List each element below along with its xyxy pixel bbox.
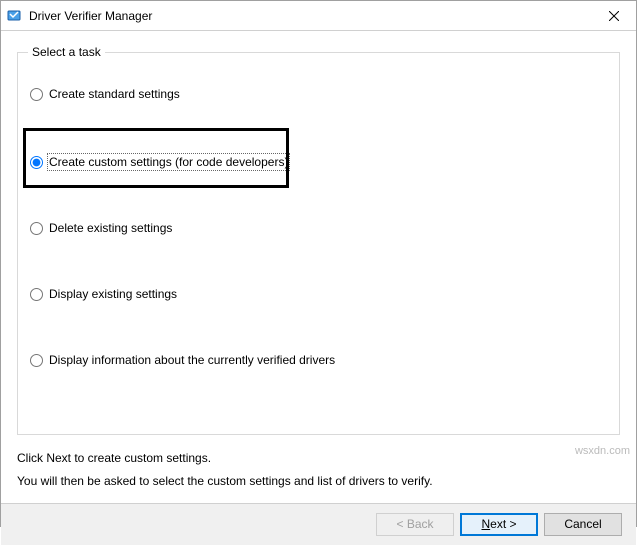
dialog-body: Select a task Create standard settings C…	[1, 31, 636, 503]
label-display-info: Display information about the currently …	[49, 353, 335, 367]
task-groupbox: Select a task Create standard settings C…	[17, 45, 620, 435]
label-create-custom: Create custom settings (for code develop…	[49, 155, 288, 169]
label-delete-existing: Delete existing settings	[49, 221, 172, 235]
next-button[interactable]: Next >	[460, 513, 538, 536]
window-title: Driver Verifier Manager	[29, 9, 591, 23]
radio-delete-existing[interactable]	[30, 222, 43, 235]
watermark: wsxdn.com	[575, 445, 630, 457]
dialog-window: Driver Verifier Manager Select a task Cr…	[0, 0, 637, 527]
app-icon	[7, 8, 23, 24]
close-button[interactable]	[591, 1, 636, 30]
info-line-2: You will then be asked to select the cus…	[17, 470, 620, 493]
label-display-existing: Display existing settings	[49, 287, 177, 301]
option-create-custom[interactable]: Create custom settings (for code develop…	[30, 155, 288, 169]
groupbox-legend: Select a task	[28, 45, 105, 59]
cancel-button[interactable]: Cancel	[544, 513, 622, 536]
cancel-button-label: Cancel	[564, 517, 601, 531]
button-row: < Back Next > Cancel	[1, 503, 636, 545]
radio-display-existing[interactable]	[30, 288, 43, 301]
option-display-existing[interactable]: Display existing settings	[30, 287, 177, 301]
info-text: Click Next to create custom settings. Yo…	[17, 447, 620, 493]
next-button-label: Next >	[481, 517, 516, 531]
radio-display-info[interactable]	[30, 354, 43, 367]
option-delete-existing[interactable]: Delete existing settings	[30, 221, 172, 235]
close-icon	[609, 11, 619, 21]
label-create-standard: Create standard settings	[49, 87, 180, 101]
option-create-standard[interactable]: Create standard settings	[30, 87, 180, 101]
radio-create-standard[interactable]	[30, 88, 43, 101]
radio-create-custom[interactable]	[30, 156, 43, 169]
back-button: < Back	[376, 513, 454, 536]
info-line-1: Click Next to create custom settings.	[17, 447, 620, 470]
titlebar: Driver Verifier Manager	[1, 1, 636, 31]
option-display-info[interactable]: Display information about the currently …	[30, 353, 335, 367]
back-button-label: < Back	[396, 517, 433, 531]
